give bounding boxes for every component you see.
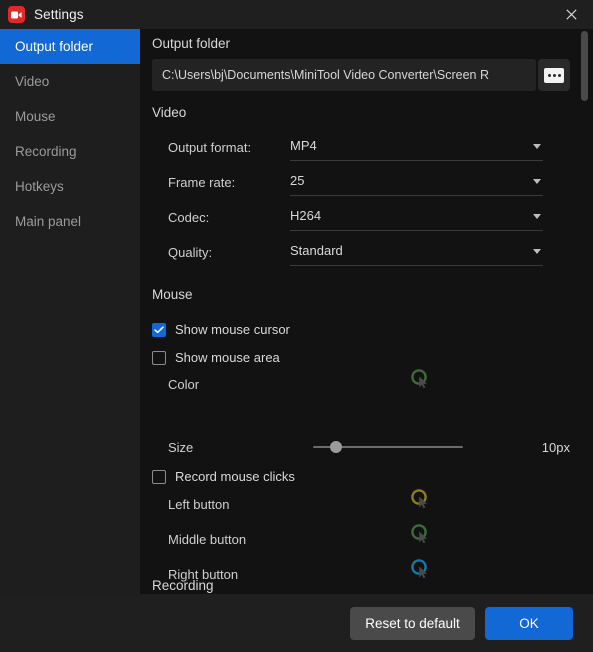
chevron-down-icon: [533, 214, 541, 219]
content-scrollbar-thumb[interactable]: [581, 31, 588, 101]
dropdown-output-format-value: MP4: [290, 138, 317, 153]
checkbox-show-mouse-cursor[interactable]: Show mouse cursor: [152, 322, 290, 337]
label-quality: Quality:: [168, 245, 213, 260]
dialog-footer: Reset to default OK: [0, 594, 593, 652]
section-title-video: Video: [152, 105, 187, 120]
label-frame-rate: Frame rate:: [168, 175, 236, 190]
dropdown-codec[interactable]: H264: [290, 205, 543, 231]
sidebar-item-label: Output folder: [15, 39, 94, 54]
content-scrollbar[interactable]: [580, 29, 589, 594]
color-swatch-mouse-area[interactable]: [408, 367, 432, 391]
label-middle-button: Middle button: [168, 532, 247, 547]
dropdown-codec-value: H264: [290, 208, 322, 223]
label-output-format: Output format:: [168, 140, 252, 155]
ellipsis-icon: [544, 67, 564, 83]
reset-to-default-button[interactable]: Reset to default: [350, 606, 475, 640]
sidebar-item-main-panel[interactable]: Main panel: [0, 204, 140, 239]
color-swatch-right-button[interactable]: [408, 557, 432, 581]
output-folder-path-input[interactable]: C:\Users\bj\Documents\MiniTool Video Con…: [152, 59, 536, 91]
checkbox-record-mouse-clicks[interactable]: Record mouse clicks: [152, 469, 295, 484]
checkbox-show-mouse-area[interactable]: Show mouse area: [152, 350, 280, 365]
label-mouse-area-color: Color: [168, 377, 200, 392]
checkbox-unchecked-icon: [152, 469, 166, 484]
label-mouse-area-size: Size: [168, 440, 194, 455]
section-title-mouse: Mouse: [152, 287, 193, 302]
sidebar-item-hotkeys[interactable]: Hotkeys: [0, 169, 140, 204]
checkbox-label: Record mouse clicks: [175, 469, 295, 484]
settings-sidebar: Output folder Video Mouse Recording Hotk…: [0, 29, 140, 652]
sidebar-item-video[interactable]: Video: [0, 64, 140, 99]
window-title: Settings: [34, 7, 84, 22]
sidebar-item-mouse[interactable]: Mouse: [0, 99, 140, 134]
label-codec: Codec:: [168, 210, 210, 225]
mouse-area-size-slider-thumb[interactable]: [330, 441, 342, 453]
label-left-button: Left button: [168, 497, 230, 512]
checkbox-label: Show mouse cursor: [175, 322, 290, 337]
color-swatch-left-button[interactable]: [408, 487, 432, 511]
title-bar: Settings: [0, 0, 593, 29]
sidebar-item-label: Main panel: [15, 214, 82, 229]
checkbox-checked-icon: [152, 322, 166, 337]
section-title-recording: Recording: [152, 578, 214, 593]
sidebar-item-recording[interactable]: Recording: [0, 134, 140, 169]
checkbox-unchecked-icon: [152, 350, 166, 365]
sidebar-item-label: Mouse: [15, 109, 56, 124]
dropdown-frame-rate[interactable]: 25: [290, 170, 543, 196]
dropdown-quality-value: Standard: [290, 243, 343, 258]
close-icon[interactable]: [549, 0, 593, 29]
settings-content-pane: Output folder C:\Users\bj\Documents\Mini…: [140, 29, 593, 594]
mouse-area-size-value: 10px: [541, 440, 570, 455]
output-folder-path-value: C:\Users\bj\Documents\MiniTool Video Con…: [162, 68, 489, 82]
sidebar-item-label: Recording: [15, 144, 77, 159]
settings-window: Settings Output folder Video Mouse Recor…: [0, 0, 593, 652]
chevron-down-icon: [533, 144, 541, 149]
dropdown-output-format[interactable]: MP4: [290, 135, 543, 161]
browse-folder-button[interactable]: [538, 59, 570, 91]
color-swatch-middle-button[interactable]: [408, 522, 432, 546]
dropdown-frame-rate-value: 25: [290, 173, 305, 188]
dropdown-quality[interactable]: Standard: [290, 240, 543, 266]
section-title-output-folder: Output folder: [152, 36, 231, 51]
chevron-down-icon: [533, 179, 541, 184]
sidebar-item-label: Hotkeys: [15, 179, 64, 194]
checkbox-label: Show mouse area: [175, 350, 280, 365]
video-camera-icon: [8, 6, 25, 23]
chevron-down-icon: [533, 249, 541, 254]
sidebar-item-output-folder[interactable]: Output folder: [0, 29, 140, 64]
sidebar-item-label: Video: [15, 74, 50, 89]
ok-button[interactable]: OK: [485, 606, 573, 640]
